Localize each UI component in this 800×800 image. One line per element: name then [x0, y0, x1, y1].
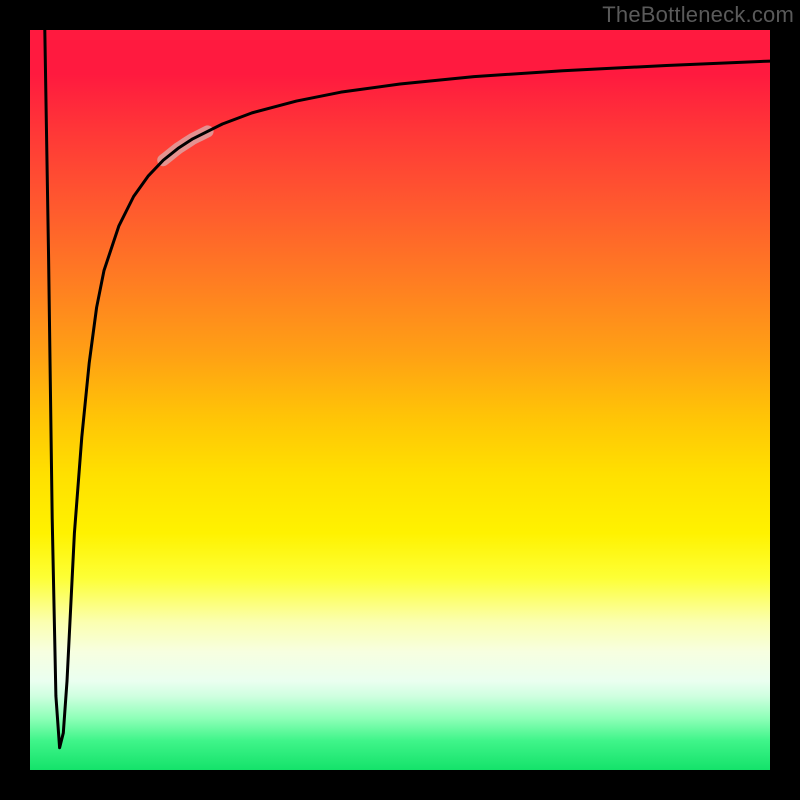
data-curve: [45, 30, 770, 748]
plot-svg: [30, 30, 770, 770]
plot-area: [30, 30, 770, 770]
watermark-text: TheBottleneck.com: [602, 2, 794, 28]
chart-stage: TheBottleneck.com: [0, 0, 800, 800]
